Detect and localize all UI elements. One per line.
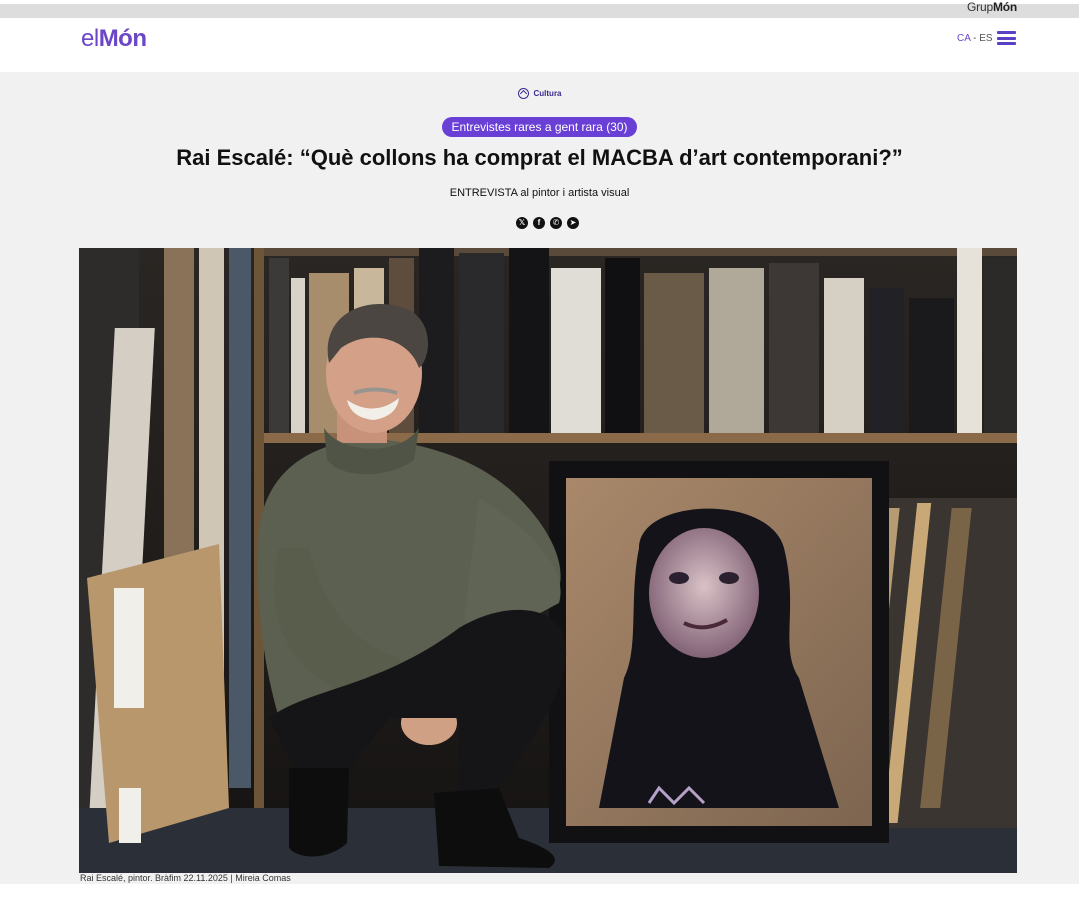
whatsapp-icon[interactable]: ✆ bbox=[550, 217, 562, 229]
x-icon[interactable]: 𝕏 bbox=[516, 217, 528, 229]
lang-ca-link[interactable]: CA bbox=[957, 33, 970, 44]
article-title: Rai Escalé: “Què collons ha comprat el M… bbox=[176, 145, 903, 170]
telegram-icon[interactable]: ➤ bbox=[567, 217, 579, 229]
hamburger-icon[interactable] bbox=[997, 31, 1016, 45]
home-icon bbox=[517, 88, 529, 99]
share-buttons: 𝕏 f ✆ ➤ bbox=[516, 217, 579, 229]
facebook-icon[interactable]: f bbox=[533, 217, 545, 229]
top-bar bbox=[0, 4, 1079, 18]
article-subtitle: ENTREVISTA al pintor i artista visual bbox=[449, 187, 630, 199]
elmon-logo[interactable]: elMón bbox=[81, 25, 147, 53]
grupmon-logo[interactable]: GrupMón bbox=[967, 0, 1017, 14]
photo-caption: Rai Escalé, pintor. Bràfim 22.11.2025 | … bbox=[80, 873, 291, 883]
lang-es-link[interactable]: ES bbox=[979, 33, 992, 44]
hero-photo bbox=[79, 248, 1017, 873]
article-area: Cultura Entrevistes rares a gent rara (3… bbox=[0, 72, 1079, 884]
site-header: elMón CA - ES bbox=[0, 18, 1079, 60]
language-switcher: CA - ES bbox=[957, 33, 993, 44]
series-tag[interactable]: Entrevistes rares a gent rara (30) bbox=[442, 117, 637, 137]
section-link[interactable]: Cultura bbox=[0, 88, 1079, 99]
